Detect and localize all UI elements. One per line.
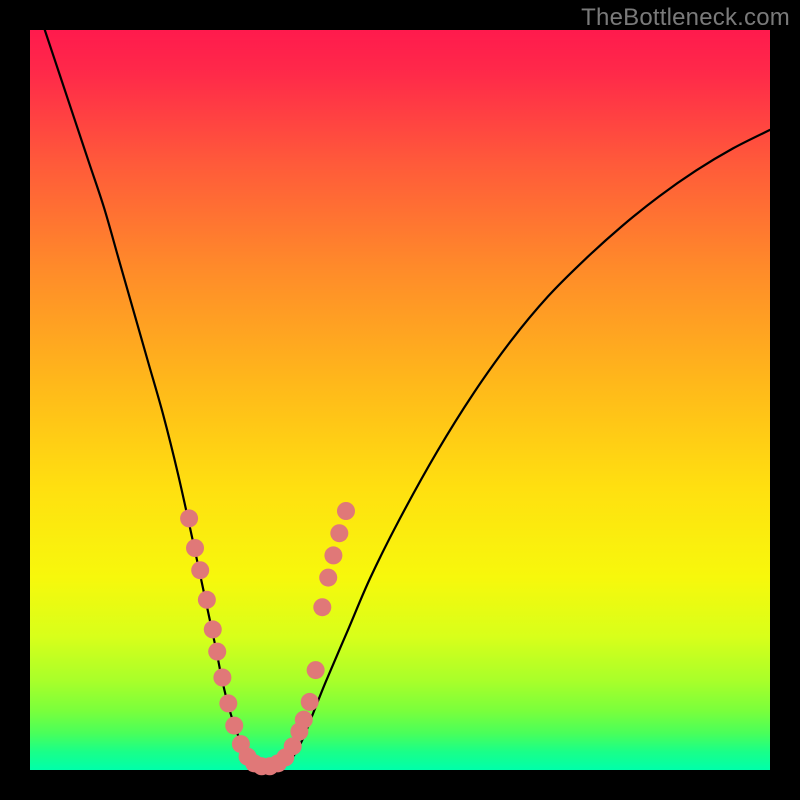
data-marker xyxy=(186,539,204,557)
data-marker xyxy=(225,717,243,735)
plot-background xyxy=(30,30,770,770)
bottleneck-chart xyxy=(0,0,800,800)
data-marker xyxy=(213,669,231,687)
data-marker xyxy=(295,711,313,729)
data-marker xyxy=(319,569,337,587)
data-marker xyxy=(307,661,325,679)
data-marker xyxy=(301,693,319,711)
data-marker xyxy=(313,598,331,616)
data-marker xyxy=(204,620,222,638)
data-marker xyxy=(191,561,209,579)
data-marker xyxy=(180,509,198,527)
watermark-text: TheBottleneck.com xyxy=(581,4,790,32)
chart-container: TheBottleneck.com xyxy=(0,0,800,800)
data-marker xyxy=(324,546,342,564)
data-marker xyxy=(219,694,237,712)
data-marker xyxy=(330,524,348,542)
data-marker xyxy=(198,591,216,609)
data-marker xyxy=(208,643,226,661)
data-marker xyxy=(337,502,355,520)
